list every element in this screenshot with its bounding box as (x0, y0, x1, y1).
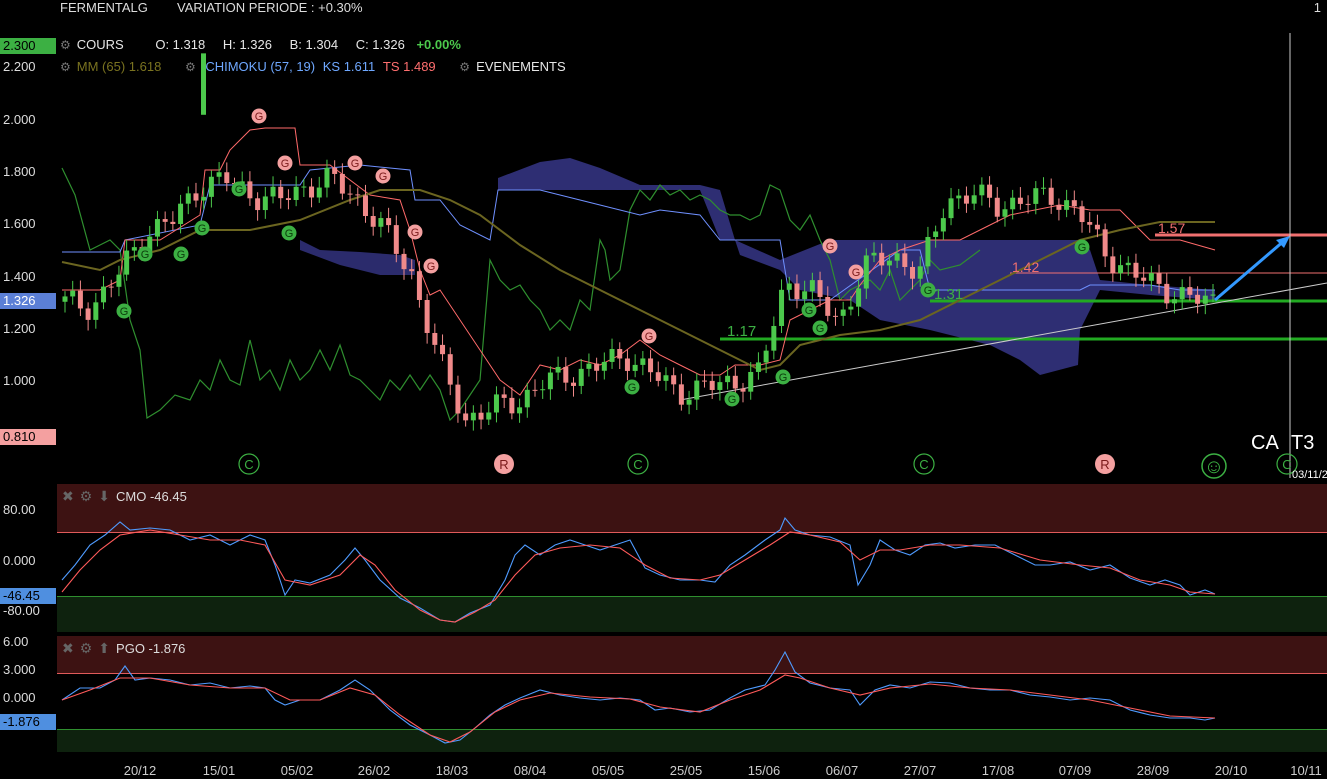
date-tick: 28/09 (1136, 763, 1170, 778)
cmo-signal (61, 529, 1216, 623)
date-tick: 27/07 (903, 763, 937, 778)
oscillator-chart (61, 516, 1216, 744)
date-tick: 07/09 (1058, 763, 1092, 778)
pgo-signal (61, 674, 1216, 743)
cmo-line (61, 516, 1216, 623)
date-tick: 20/10 (1214, 763, 1248, 778)
date-tick: 20/12 (123, 763, 157, 778)
date-tick: 05/02 (280, 763, 314, 778)
date-tick: 26/02 (357, 763, 391, 778)
date-tick: 06/07 (825, 763, 859, 778)
date-tick: 15/06 (747, 763, 781, 778)
pgo-line (61, 650, 1216, 744)
date-tick: 18/03 (435, 763, 469, 778)
date-tick: 15/01 (202, 763, 236, 778)
date-tick: 10/11 (1290, 763, 1322, 778)
date-tick: 05/05 (591, 763, 625, 778)
date-tick: 25/05 (669, 763, 703, 778)
date-tick: 08/04 (513, 763, 547, 778)
date-tick: 17/08 (981, 763, 1015, 778)
